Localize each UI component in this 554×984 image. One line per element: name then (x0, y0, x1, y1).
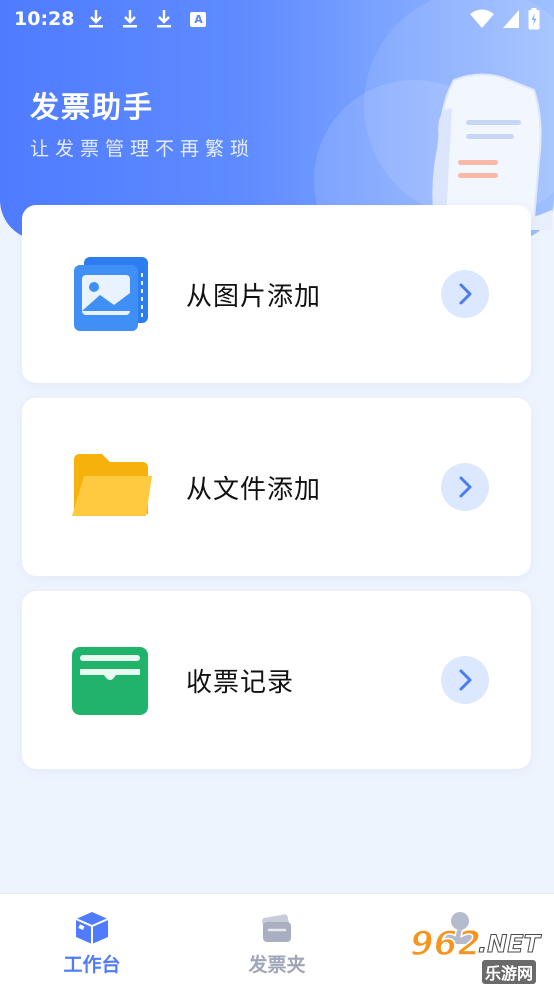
page-title: 发票助手 (30, 90, 155, 124)
card-label: 从文件添加 (186, 474, 322, 505)
wallet-icon (72, 647, 148, 715)
download-icon (89, 10, 104, 28)
notification-badge-icon: A (190, 11, 207, 27)
wifi-icon (470, 9, 494, 28)
add-from-image-card[interactable]: 从图片添加 (22, 205, 531, 383)
watermark-suffix: .NET (478, 930, 541, 959)
chevron-right-icon[interactable] (441, 656, 489, 704)
folder-icon (72, 454, 152, 516)
battery-icon (528, 8, 540, 30)
card-label: 收票记录 (186, 667, 295, 698)
page-subtitle: 让发票管理不再繁琐 (30, 138, 256, 160)
download-icon (123, 10, 138, 28)
download-icon (157, 10, 172, 28)
box-icon (75, 912, 109, 944)
tab-label: 发票夹 (248, 954, 306, 976)
image-gallery-icon (74, 257, 148, 331)
receipt-records-card[interactable]: 收票记录 (22, 591, 531, 769)
tab-invoice-folder[interactable]: 发票夹 (217, 894, 337, 984)
chevron-right-icon[interactable] (441, 463, 489, 511)
watermark-number: 962 (409, 923, 481, 965)
watermark-sub: 乐游网 (482, 960, 537, 984)
add-from-file-card[interactable]: 从文件添加 (22, 398, 531, 576)
chevron-right-icon[interactable] (441, 270, 489, 318)
tab-label: 工作台 (63, 954, 121, 976)
status-time: 10:28 (14, 8, 75, 30)
site-watermark: 962 .NET 乐游网 (409, 923, 548, 984)
wallet-icon (262, 914, 291, 942)
card-label: 从图片添加 (186, 281, 322, 312)
signal-icon (503, 10, 519, 28)
status-bar: 10:28 A (0, 0, 554, 38)
tab-workbench[interactable]: 工作台 (32, 894, 152, 984)
